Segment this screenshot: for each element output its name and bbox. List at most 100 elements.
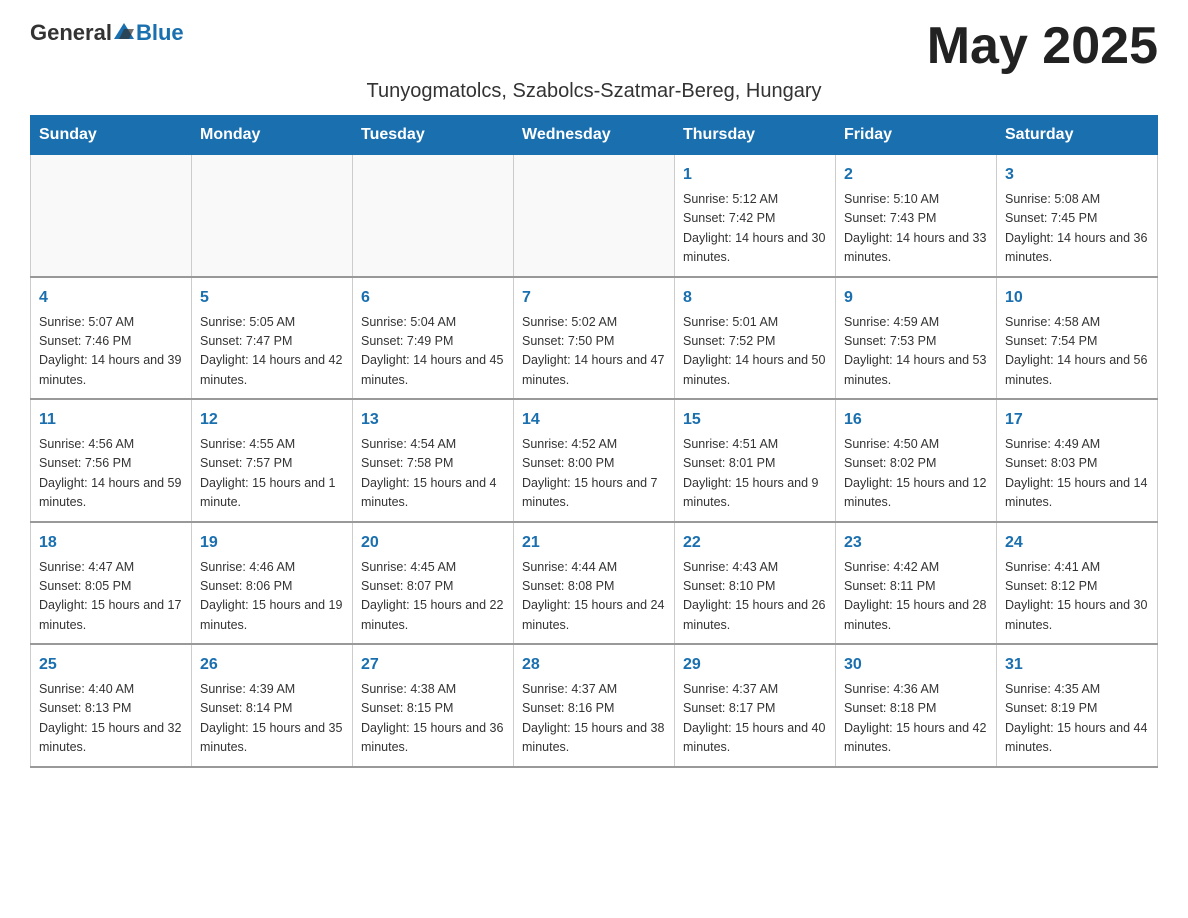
logo-blue: Blue [136,20,184,46]
calendar-week-5: 25 Sunrise: 4:40 AMSunset: 8:13 PMDayligh… [31,644,1158,767]
day-info: Sunrise: 4:43 AMSunset: 8:10 PMDaylight:… [683,558,827,636]
day-number: 29 [683,653,827,677]
day-info: Sunrise: 4:52 AMSunset: 8:00 PMDaylight:… [522,435,666,513]
day-number: 30 [844,653,988,677]
weekday-header-sunday: Sunday [31,116,192,155]
calendar-cell: 2 Sunrise: 5:10 AMSunset: 7:43 PMDaylight… [836,155,997,277]
day-info: Sunrise: 4:54 AMSunset: 7:58 PMDaylight:… [361,435,505,513]
weekday-header-monday: Monday [192,116,353,155]
calendar-cell: 5 Sunrise: 5:05 AMSunset: 7:47 PMDaylight… [192,277,353,400]
day-number: 17 [1005,408,1149,432]
calendar-cell: 23Sunrise: 4:42 AMSunset: 8:11 PMDayligh… [836,522,997,645]
day-info: Sunrise: 4:40 AMSunset: 8:13 PMDaylight:… [39,680,183,758]
calendar-cell: 16 Sunrise: 4:50 AMSunset: 8:02 PMDayligh… [836,399,997,522]
weekday-header-wednesday: Wednesday [514,116,675,155]
location-title: Tunyogmatolcs, Szabolcs-Szatmar-Bereg, H… [30,80,1158,103]
day-info: Sunrise: 4:44 AMSunset: 8:08 PMDaylight:… [522,558,666,636]
calendar-cell [192,155,353,277]
calendar-cell: 1 Sunrise: 5:12 AMSunset: 7:42 PMDaylight… [675,155,836,277]
day-info: Sunrise: 4:55 AMSunset: 7:57 PMDaylight:… [200,435,344,513]
day-info: Sunrise: 5:05 AMSunset: 7:47 PMDaylight:… [200,313,344,391]
weekday-header-thursday: Thursday [675,116,836,155]
calendar-cell: 19Sunrise: 4:46 AMSunset: 8:06 PMDayligh… [192,522,353,645]
day-info: Sunrise: 4:51 AMSunset: 8:01 PMDaylight:… [683,435,827,513]
calendar-cell: 24 Sunrise: 4:41 AMSunset: 8:12 PMDayligh… [997,522,1158,645]
day-number: 18 [39,531,183,555]
day-number: 1 [683,163,827,187]
calendar-cell: 9 Sunrise: 4:59 AMSunset: 7:53 PMDaylight… [836,277,997,400]
calendar-cell: 8 Sunrise: 5:01 AMSunset: 7:52 PMDaylight… [675,277,836,400]
day-number: 24 [1005,531,1149,555]
day-number: 3 [1005,163,1149,187]
day-number: 12 [200,408,344,432]
day-number: 6 [361,286,505,310]
day-number: 13 [361,408,505,432]
calendar-cell: 28Sunrise: 4:37 AMSunset: 8:16 PMDayligh… [514,644,675,767]
calendar-cell: 15 Sunrise: 4:51 AMSunset: 8:01 PMDayligh… [675,399,836,522]
calendar-week-2: 4 Sunrise: 5:07 AMSunset: 7:46 PMDaylight… [31,277,1158,400]
month-title: May 2025 [927,20,1158,72]
calendar-header-row: SundayMondayTuesdayWednesdayThursdayFrid… [31,116,1158,155]
day-number: 11 [39,408,183,432]
calendar-cell: 11 Sunrise: 4:56 AMSunset: 7:56 PMDayligh… [31,399,192,522]
page-header: General Blue May 2025 [30,20,1158,72]
weekday-header-tuesday: Tuesday [353,116,514,155]
day-info: Sunrise: 4:36 AMSunset: 8:18 PMDaylight:… [844,680,988,758]
day-number: 21 [522,531,666,555]
calendar-cell: 7 Sunrise: 5:02 AMSunset: 7:50 PMDaylight… [514,277,675,400]
day-info: Sunrise: 5:10 AMSunset: 7:43 PMDaylight:… [844,190,988,268]
day-info: Sunrise: 5:01 AMSunset: 7:52 PMDaylight:… [683,313,827,391]
day-info: Sunrise: 4:41 AMSunset: 8:12 PMDaylight:… [1005,558,1149,636]
day-info: Sunrise: 5:02 AMSunset: 7:50 PMDaylight:… [522,313,666,391]
day-number: 5 [200,286,344,310]
day-number: 9 [844,286,988,310]
day-number: 20 [361,531,505,555]
logo-icon [114,21,134,41]
logo-general: General [30,20,112,46]
day-number: 14 [522,408,666,432]
calendar-week-3: 11 Sunrise: 4:56 AMSunset: 7:56 PMDayligh… [31,399,1158,522]
calendar-cell [514,155,675,277]
day-number: 10 [1005,286,1149,310]
calendar-cell: 13 Sunrise: 4:54 AMSunset: 7:58 PMDayligh… [353,399,514,522]
day-info: Sunrise: 4:58 AMSunset: 7:54 PMDaylight:… [1005,313,1149,391]
day-number: 16 [844,408,988,432]
calendar-cell: 4 Sunrise: 5:07 AMSunset: 7:46 PMDaylight… [31,277,192,400]
day-number: 25 [39,653,183,677]
day-number: 22 [683,531,827,555]
day-info: Sunrise: 5:04 AMSunset: 7:49 PMDaylight:… [361,313,505,391]
weekday-header-saturday: Saturday [997,116,1158,155]
calendar-cell: 14 Sunrise: 4:52 AMSunset: 8:00 PMDayligh… [514,399,675,522]
day-number: 7 [522,286,666,310]
calendar-cell [353,155,514,277]
day-number: 31 [1005,653,1149,677]
day-number: 15 [683,408,827,432]
calendar-cell: 26 Sunrise: 4:39 AMSunset: 8:14 PMDayligh… [192,644,353,767]
calendar-cell: 3 Sunrise: 5:08 AMSunset: 7:45 PMDaylight… [997,155,1158,277]
day-number: 4 [39,286,183,310]
calendar-cell: 27Sunrise: 4:38 AMSunset: 8:15 PMDayligh… [353,644,514,767]
calendar-cell: 21 Sunrise: 4:44 AMSunset: 8:08 PMDayligh… [514,522,675,645]
day-number: 19 [200,531,344,555]
day-number: 2 [844,163,988,187]
day-info: Sunrise: 4:39 AMSunset: 8:14 PMDaylight:… [200,680,344,758]
day-info: Sunrise: 5:07 AMSunset: 7:46 PMDaylight:… [39,313,183,391]
day-number: 26 [200,653,344,677]
day-number: 8 [683,286,827,310]
calendar-week-1: 1 Sunrise: 5:12 AMSunset: 7:42 PMDaylight… [31,155,1158,277]
day-info: Sunrise: 5:12 AMSunset: 7:42 PMDaylight:… [683,190,827,268]
day-info: Sunrise: 4:42 AMSunset: 8:11 PMDaylight:… [844,558,988,636]
day-info: Sunrise: 5:08 AMSunset: 7:45 PMDaylight:… [1005,190,1149,268]
calendar-cell: 10 Sunrise: 4:58 AMSunset: 7:54 PMDayligh… [997,277,1158,400]
day-info: Sunrise: 4:47 AMSunset: 8:05 PMDaylight:… [39,558,183,636]
day-info: Sunrise: 4:38 AMSunset: 8:15 PMDaylight:… [361,680,505,758]
day-info: Sunrise: 4:50 AMSunset: 8:02 PMDaylight:… [844,435,988,513]
day-info: Sunrise: 4:45 AMSunset: 8:07 PMDaylight:… [361,558,505,636]
day-info: Sunrise: 4:37 AMSunset: 8:17 PMDaylight:… [683,680,827,758]
calendar-cell: 18 Sunrise: 4:47 AMSunset: 8:05 PMDayligh… [31,522,192,645]
logo: General Blue [30,20,184,46]
calendar-body: 1 Sunrise: 5:12 AMSunset: 7:42 PMDaylight… [31,155,1158,767]
calendar-cell [31,155,192,277]
day-info: Sunrise: 4:59 AMSunset: 7:53 PMDaylight:… [844,313,988,391]
day-info: Sunrise: 4:56 AMSunset: 7:56 PMDaylight:… [39,435,183,513]
